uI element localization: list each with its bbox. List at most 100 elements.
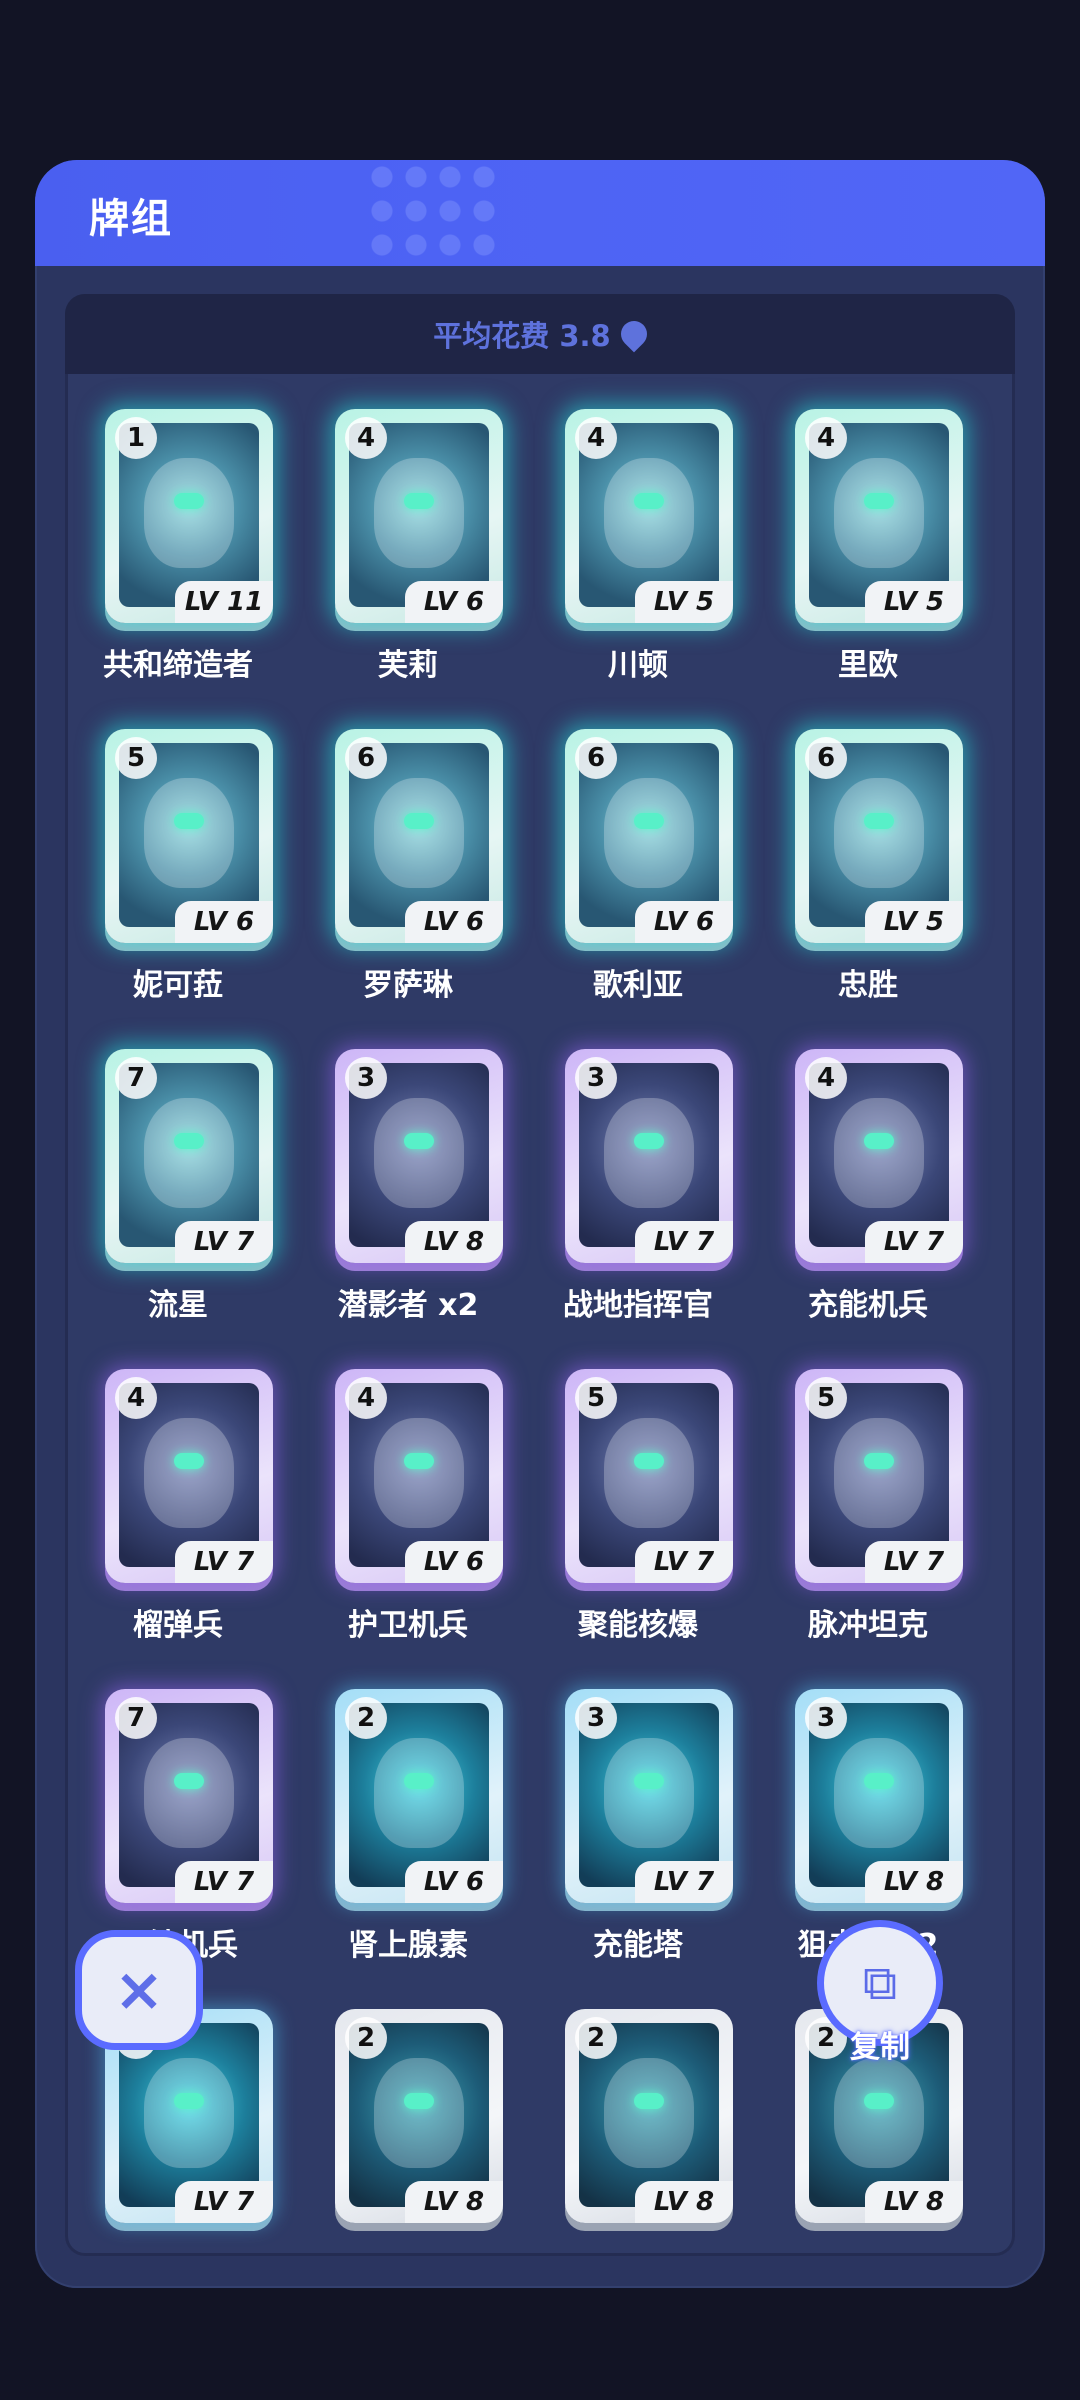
card-cost: 6: [345, 737, 387, 779]
card-level: LV 6: [175, 901, 273, 943]
card-frame: 7 LV 7: [105, 1049, 273, 1263]
card-name: 充能塔: [593, 1928, 683, 1963]
card-slot[interactable]: 6 LV 5 忠胜: [753, 694, 983, 1003]
card-level: LV 6: [405, 1861, 503, 1903]
card-frame: 6 LV 6: [565, 729, 733, 943]
card-level: LV 11: [175, 581, 273, 623]
card-slot[interactable]: 4 LV 5 里欧: [753, 374, 983, 683]
card-frame: 4 LV 6: [335, 1369, 503, 1583]
card-cost: 2: [575, 2017, 617, 2059]
close-button[interactable]: ×: [75, 1930, 203, 2050]
card-name: 脉冲坦克: [808, 1608, 928, 1643]
copy-label: 复制: [850, 2030, 910, 2065]
card-slot[interactable]: 5 LV 6 妮可菈: [65, 694, 293, 1003]
card-level: LV 6: [405, 1541, 503, 1583]
card-name: 里欧: [838, 648, 898, 683]
card-slot[interactable]: 3 LV 8 潜影者 x2: [293, 1014, 523, 1323]
card-cost: 3: [575, 1697, 617, 1739]
card-slot[interactable]: 6 LV 6 歌利亚: [523, 694, 753, 1003]
card-name: 榴弹兵: [133, 1608, 223, 1643]
card-cost: 3: [345, 1057, 387, 1099]
average-cost-bar: 平均花费 3.8: [65, 294, 1015, 374]
card-slot[interactable]: 5 LV 7 脉冲坦克: [753, 1334, 983, 1643]
card-frame: 6 LV 6: [335, 729, 503, 943]
header-pattern: [365, 160, 505, 266]
card-frame: 4 LV 5: [565, 409, 733, 623]
card-cost: 7: [115, 1697, 157, 1739]
card-cost: 4: [115, 1377, 157, 1419]
card-cost: 4: [345, 1377, 387, 1419]
card-level: LV 8: [405, 2181, 503, 2223]
card-level: LV 6: [635, 901, 733, 943]
card-frame: 2 LV 8: [335, 2009, 503, 2223]
card-slot[interactable]: 4 LV 5 川顿: [523, 374, 753, 683]
card-name: 聚能核爆: [578, 1608, 698, 1643]
card-level: LV 7: [635, 1541, 733, 1583]
card-name: 战地指挥官: [563, 1288, 713, 1323]
card-slot[interactable]: 3 LV 7 战地指挥官: [523, 1014, 753, 1323]
card-level: LV 8: [405, 1221, 503, 1263]
card-level: LV 8: [865, 2181, 963, 2223]
card-level: LV 6: [405, 901, 503, 943]
card-frame: 4 LV 5: [795, 409, 963, 623]
card-frame: 1 LV 11: [105, 409, 273, 623]
card-slot[interactable]: 2 LV 8: [293, 1974, 523, 2256]
card-frame: 7 LV 7: [105, 1689, 273, 1903]
card-cost: 6: [575, 737, 617, 779]
card-frame: 3 LV 8: [795, 1689, 963, 1903]
card-slot[interactable]: 4 LV 7 榴弹兵: [65, 1334, 293, 1643]
card-slot[interactable]: 4 LV 6 芙莉: [293, 374, 523, 683]
card-name: 流星: [148, 1288, 208, 1323]
card-slot[interactable]: 7 LV 7 流星: [65, 1014, 293, 1323]
card-frame: 5 LV 7: [565, 1369, 733, 1583]
card-frame: 6 LV 5: [795, 729, 963, 943]
card-name: 忠胜: [838, 968, 898, 1003]
card-frame: 3 LV 7: [565, 1049, 733, 1263]
card-level: LV 5: [865, 901, 963, 943]
card-frame: 2 LV 6: [335, 1689, 503, 1903]
card-slot[interactable]: 4 LV 7 充能机兵: [753, 1014, 983, 1323]
card-cost: 4: [575, 417, 617, 459]
card-cost: 5: [575, 1377, 617, 1419]
card-cost: 7: [115, 1057, 157, 1099]
card-level: LV 8: [865, 1861, 963, 1903]
card-name: 护卫机兵: [348, 1608, 468, 1643]
card-cost: 3: [805, 1697, 847, 1739]
card-level: LV 7: [175, 2181, 273, 2223]
panel-header: 牌组: [35, 160, 1045, 266]
card-level: LV 7: [175, 1541, 273, 1583]
card-level: LV 6: [405, 581, 503, 623]
card-cost: 3: [575, 1057, 617, 1099]
card-name: 潜影者 x2: [337, 1288, 479, 1323]
card-slot[interactable]: 5 LV 7 聚能核爆: [523, 1334, 753, 1643]
card-cost: 4: [345, 417, 387, 459]
card-cost: 5: [115, 737, 157, 779]
card-frame: 4 LV 7: [795, 1049, 963, 1263]
card-level: LV 7: [635, 1221, 733, 1263]
card-name: 川顿: [608, 648, 668, 683]
card-cost: 2: [345, 1697, 387, 1739]
card-level: LV 7: [865, 1221, 963, 1263]
card-slot[interactable]: 7LV 7巨钻机兵: [65, 1654, 293, 1963]
card-frame: 2 LV 8: [565, 2009, 733, 2223]
card-slot[interactable]: 3LV 8狙击手 x2: [753, 1654, 983, 1963]
card-slot[interactable]: 2 LV 8: [523, 1974, 753, 2256]
card-cost: 5: [805, 1377, 847, 1419]
elixir-drop-icon: [615, 315, 653, 353]
card-name: 妮可菈: [133, 968, 223, 1003]
card-name: 充能机兵: [808, 1288, 928, 1323]
card-level: LV 5: [865, 581, 963, 623]
card-name: 共和缔造者: [103, 648, 253, 683]
card-frame: 4 LV 6: [335, 409, 503, 623]
card-frame: 3 LV 8: [335, 1049, 503, 1263]
card-level: LV 7: [635, 1861, 733, 1903]
card-slot[interactable]: 3 LV 7 充能塔: [523, 1654, 753, 1963]
close-icon: ×: [113, 1955, 165, 2025]
card-slot[interactable]: 6 LV 6 罗萨琳: [293, 694, 523, 1003]
card-slot[interactable]: 4 LV 6 护卫机兵: [293, 1334, 523, 1643]
card-slot[interactable]: 2 LV 6 肾上腺素: [293, 1654, 523, 1963]
card-frame: 3 LV 7: [565, 1689, 733, 1903]
card-slot[interactable]: 1 LV 11 共和缔造者: [65, 374, 293, 683]
copy-deck-button[interactable]: ⧉ 复制: [805, 1920, 955, 2070]
panel-title: 牌组: [89, 196, 173, 242]
